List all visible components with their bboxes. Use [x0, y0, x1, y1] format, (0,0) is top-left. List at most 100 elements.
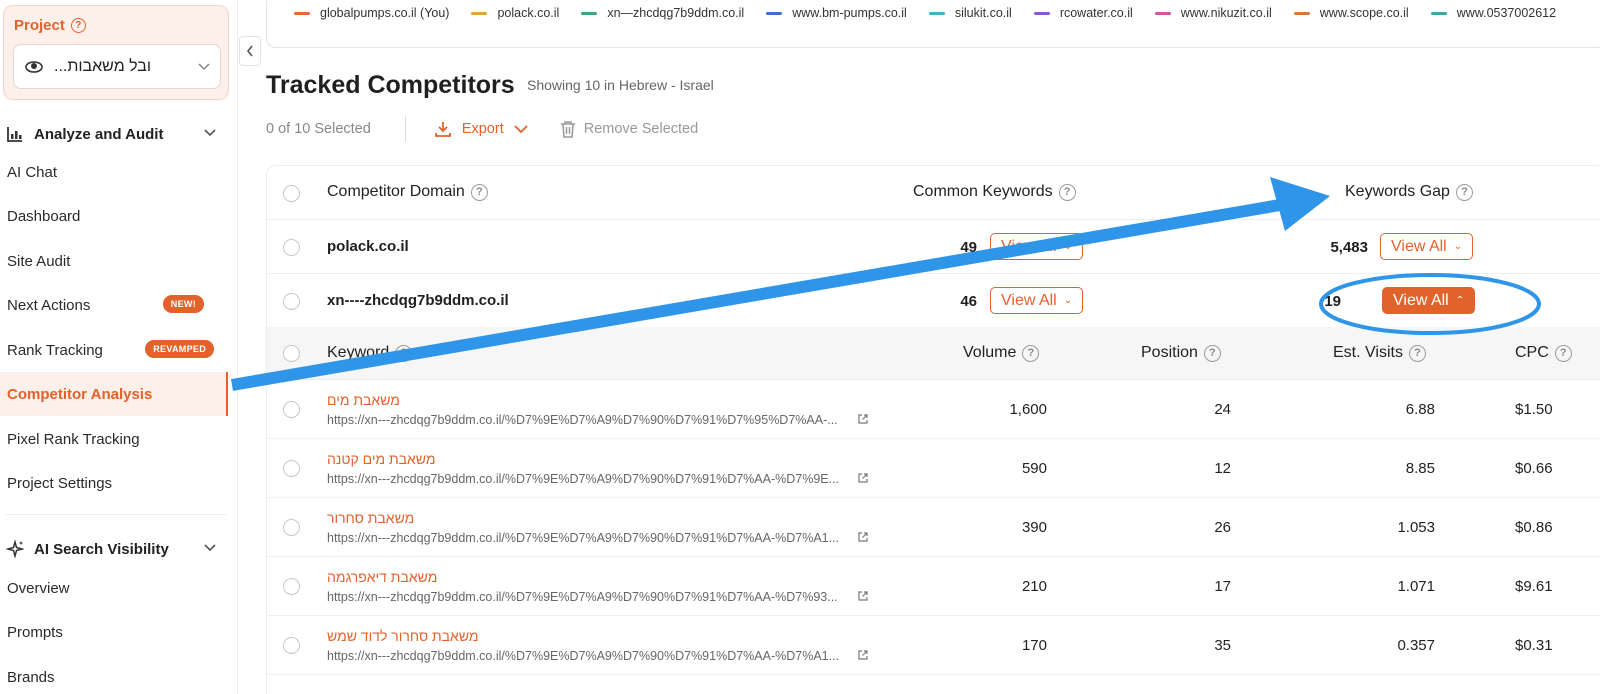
trash-icon [560, 121, 575, 138]
row-checkbox[interactable] [283, 293, 300, 310]
export-button[interactable]: Export [434, 120, 528, 138]
legend-swatch [294, 11, 310, 15]
help-icon[interactable]: ? [1022, 344, 1040, 362]
collapse-sidebar-button[interactable] [239, 36, 261, 66]
keyword-checkbox[interactable] [283, 401, 300, 418]
legend-item[interactable]: globalpumps.co.il (You) [294, 6, 449, 20]
common-keywords-count: 46 [960, 293, 977, 310]
sidebar-item-pixel-rank-tracking[interactable]: Pixel Rank Tracking [0, 417, 228, 461]
legend-item[interactable]: xn—zhcdqg7b9ddm.co.il [581, 6, 744, 20]
keyword-link[interactable]: משאבת דיאפרגמה [327, 569, 437, 585]
external-link-icon[interactable] [857, 472, 869, 484]
legend-item[interactable]: www.bm-pumps.co.il [766, 6, 907, 20]
keyword-checkbox[interactable] [283, 578, 300, 595]
legend-item[interactable]: silukit.co.il [928, 6, 1012, 20]
sidebar-item-label: Pixel Rank Tracking [7, 430, 140, 448]
select-all-checkbox[interactable] [283, 185, 300, 202]
sidebar-item-ai-chat[interactable]: AI Chat [0, 150, 228, 194]
legend-item[interactable]: www.nikuzit.co.il [1154, 6, 1272, 20]
sidebar-item-competitor-analysis[interactable]: Competitor Analysis [0, 372, 228, 416]
export-label: Export [461, 121, 504, 137]
external-link-icon[interactable] [857, 413, 869, 425]
keyword-url: https://xn---zhcdqg7b9ddm.co.il/%D7%9E%D… [327, 413, 838, 427]
sidebar-item-overview[interactable]: Overview [0, 566, 228, 610]
legend-item[interactable]: polack.co.il [471, 6, 559, 20]
remove-selected-button[interactable]: Remove Selected [560, 120, 698, 138]
keyword-est-visits: 0.357 [1397, 637, 1435, 654]
column-keyword[interactable]: Keyword? [327, 344, 413, 362]
keyword-row: משאבת מים https://xn---zhcdqg7b9ddm.co.il… [267, 380, 1600, 439]
section-analyze-audit[interactable]: Analyze and Audit [0, 119, 226, 149]
sidebar-item-project-settings[interactable]: Project Settings [0, 461, 228, 505]
keyword-row: משאבת מים קטנה https://xn---zhcdqg7b9ddm.… [267, 439, 1600, 498]
help-icon[interactable]: ? [1408, 344, 1426, 362]
keyword-est-visits: 1.053 [1397, 519, 1435, 536]
select-all-keywords-checkbox[interactable] [283, 345, 300, 362]
view-all-label: View All [1001, 237, 1057, 255]
column-label: Common Keywords [913, 183, 1053, 200]
chevron-left-icon [246, 45, 253, 57]
help-icon[interactable]: ? [1554, 344, 1572, 362]
keyword-position: 26 [1214, 519, 1231, 536]
row-checkbox[interactable] [283, 239, 300, 256]
keyword-link[interactable]: משאבת סחרור [327, 510, 414, 526]
view-all-common-button[interactable]: View All ⌄ [990, 233, 1084, 260]
keyword-checkbox[interactable] [283, 637, 300, 654]
legend-label: rcowater.co.il [1059, 6, 1133, 20]
keyword-volume: 210 [1021, 578, 1047, 595]
sidebar-item-label: Competitor Analysis [7, 385, 153, 403]
sidebar-item-label: Overview [7, 579, 70, 597]
keyword-checkbox[interactable] [283, 460, 300, 477]
sidebar-item-rank-tracking[interactable]: Rank Tracking REVAMPED [0, 328, 228, 372]
sidebar-item-next-actions[interactable]: Next Actions NEW! [0, 283, 228, 327]
help-icon[interactable]: ? [1455, 183, 1473, 201]
keyword-est-visits: 1.071 [1397, 578, 1435, 595]
help-icon[interactable]: ? [1058, 183, 1076, 201]
column-common-keywords[interactable]: Common Keywords? [913, 183, 1076, 201]
view-all-gap-button-expanded[interactable]: View All ⌃ [1382, 287, 1476, 314]
sidebar-item-dashboard[interactable]: Dashboard [0, 194, 228, 238]
legend-item[interactable]: www.scope.co.il [1293, 6, 1409, 20]
help-icon[interactable]: ? [470, 183, 488, 201]
legend-label: globalpumps.co.il (You) [320, 6, 450, 20]
sidebar-item-brands[interactable]: Brands [0, 655, 228, 694]
column-est-visits[interactable]: Est. Visits? [1333, 344, 1426, 362]
legend-item[interactable]: www.0537002612 [1430, 6, 1556, 20]
common-keywords-count: 49 [960, 239, 977, 256]
column-keywords-gap[interactable]: Keywords Gap? [1345, 183, 1473, 201]
sidebar-item-site-audit[interactable]: Site Audit [0, 239, 228, 283]
keyword-est-visits: 8.85 [1405, 460, 1435, 477]
table-toolbar: 0 of 10 Selected Export Remove Selected [266, 116, 698, 142]
keyword-link[interactable]: משאבת סחרור לדוד שמש [327, 628, 479, 644]
external-link-icon[interactable] [857, 649, 869, 661]
project-selector[interactable]: ...ובל משאבות [13, 44, 221, 89]
sidebar-item-label: Site Audit [7, 252, 71, 270]
keyword-row: משאבת סחרור https://xn---zhcdqg7b9ddm.co.… [267, 498, 1600, 557]
column-volume[interactable]: Volume? [963, 344, 1040, 362]
project-label-text: Project [14, 17, 65, 34]
column-competitor-domain[interactable]: Competitor Domain? [327, 183, 488, 201]
legend-item[interactable]: rcowater.co.il [1033, 6, 1133, 20]
keyword-link[interactable]: משאבת מים [327, 392, 400, 408]
view-all-common-button[interactable]: View All ⌄ [990, 287, 1084, 314]
section-ai-search-visibility[interactable]: AI Search Visibility [0, 534, 226, 564]
help-icon[interactable]: ? [70, 18, 86, 33]
legend-label: xn—zhcdqg7b9ddm.co.il [607, 6, 745, 20]
column-position[interactable]: Position? [1141, 344, 1221, 362]
help-icon[interactable]: ? [1203, 344, 1221, 362]
keyword-checkbox[interactable] [283, 519, 300, 536]
sidebar-divider [6, 514, 226, 515]
external-link-icon[interactable] [857, 531, 869, 543]
keyword-link[interactable]: משאבת מים קטנה [327, 451, 436, 467]
column-cpc[interactable]: CPC? [1515, 344, 1572, 362]
help-icon[interactable]: ? [395, 344, 413, 362]
project-name: ...ובל משאבות [54, 57, 152, 75]
sidebar-item-prompts[interactable]: Prompts [0, 610, 228, 654]
legend-label: silukit.co.il [954, 6, 1012, 20]
column-label: CPC [1515, 344, 1549, 361]
external-link-icon[interactable] [857, 590, 869, 602]
column-label: Est. Visits [1333, 344, 1403, 361]
keyword-position: 24 [1214, 401, 1231, 418]
chevron-down-icon: ⌄ [1063, 295, 1073, 306]
view-all-gap-button[interactable]: View All ⌄ [1380, 233, 1474, 260]
